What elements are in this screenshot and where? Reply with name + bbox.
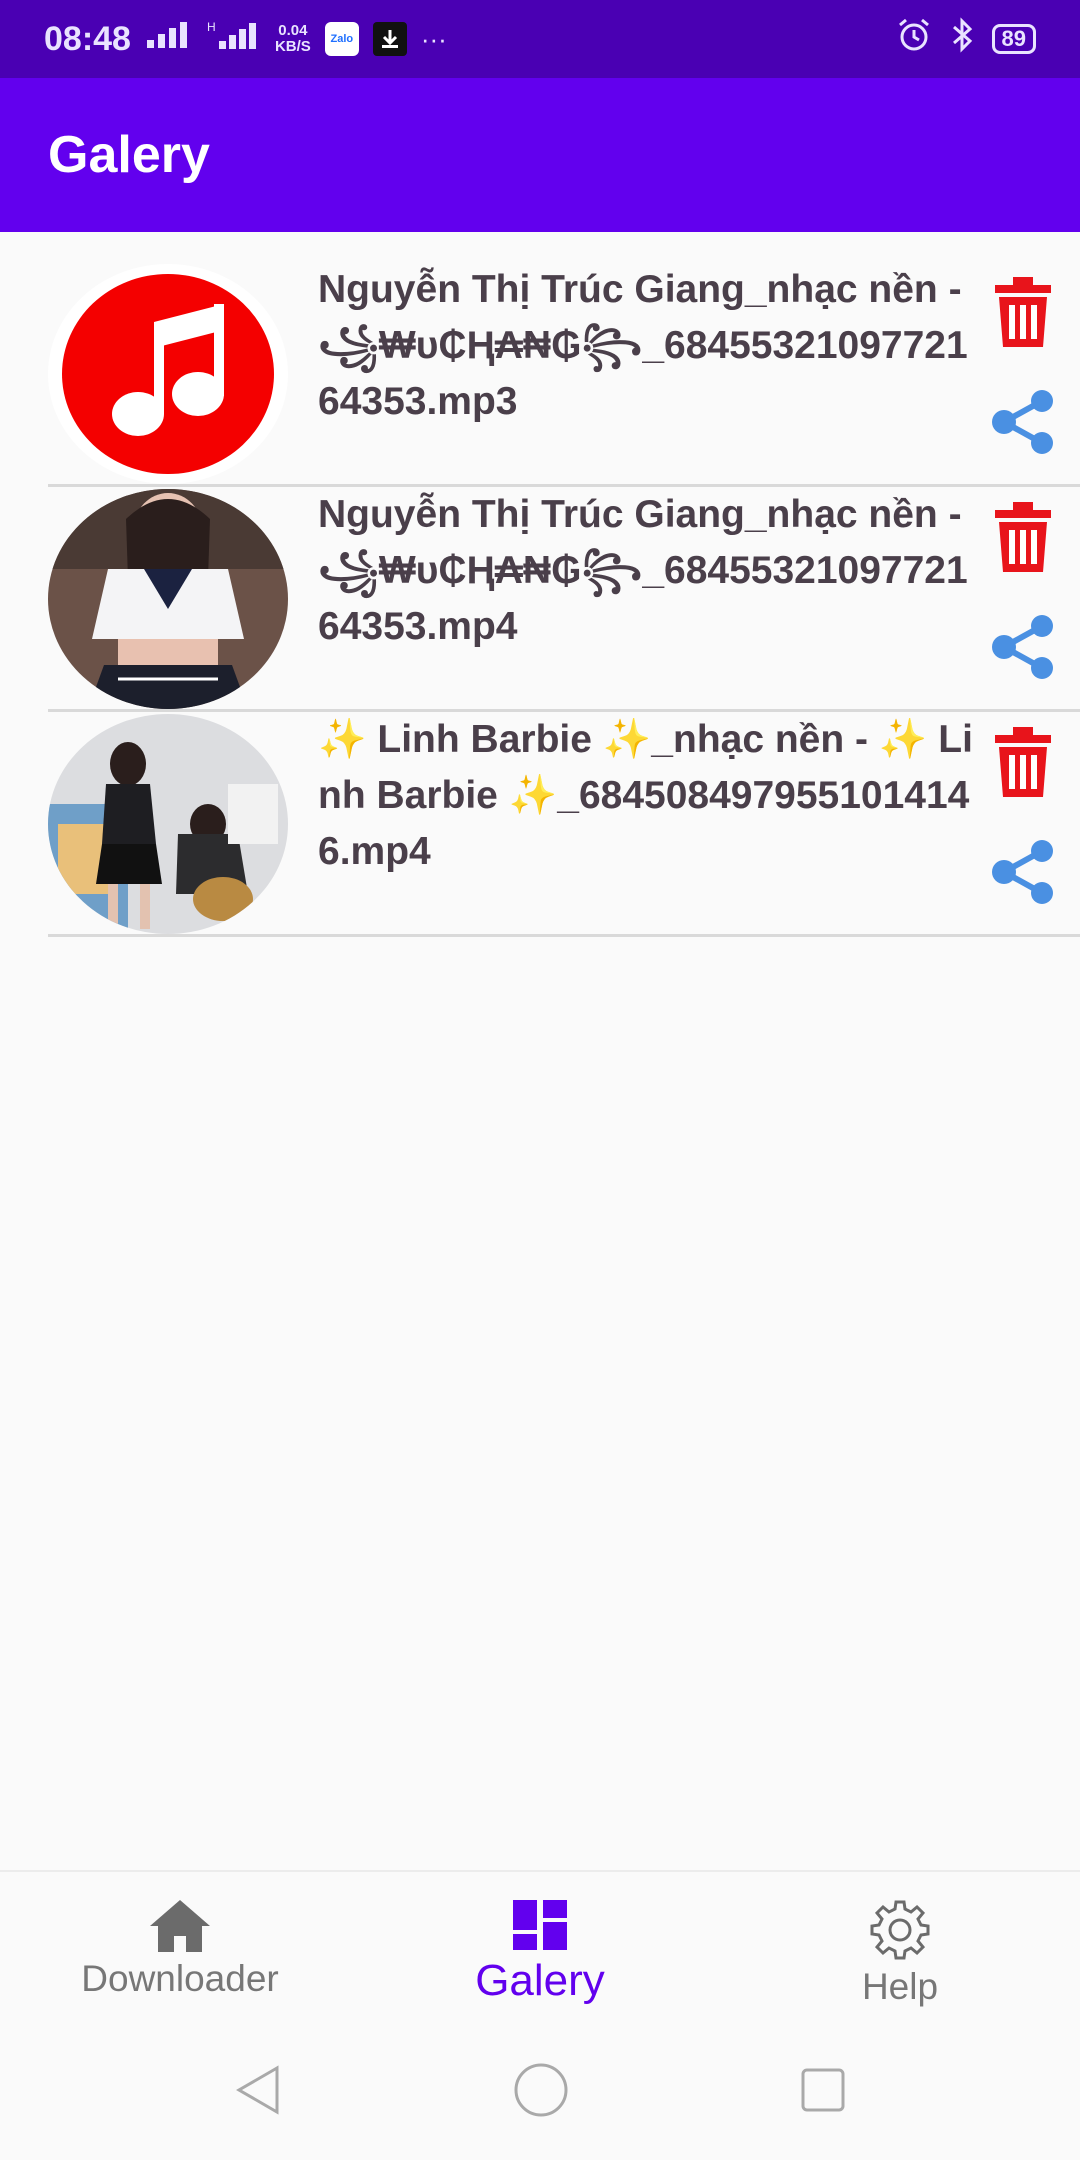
more-notifications: ··· [420, 23, 447, 54]
nav-help[interactable]: Help [720, 1872, 1080, 2020]
page-title: Galery [48, 126, 210, 184]
signal-icon [145, 20, 191, 59]
status-bar: 08:48 H 0.04 KB/S Zalo ··· 89 [0, 0, 1080, 78]
video-thumbnail[interactable] [48, 714, 288, 934]
list-item[interactable]: Nguyễn Thị Trúc Giang_nhạc nền - ꧁₩ᴜ₵Ⱨ₳₦… [48, 487, 1080, 712]
list-item[interactable]: ✨ Linh Barbie ✨_nhạc nền - ✨ Linh Barbie… [48, 712, 1080, 937]
video-thumbnail[interactable] [48, 489, 288, 709]
gear-icon [870, 1900, 930, 1960]
status-time: 08:48 [44, 19, 131, 58]
recents-icon[interactable] [799, 2066, 847, 2114]
file-title: Nguyễn Thị Trúc Giang_nhạc nền - ꧁₩ᴜ₵Ⱨ₳₦… [318, 493, 968, 648]
list-item[interactable]: Nguyễn Thị Trúc Giang_nhạc nền - ꧁₩ᴜ₵Ⱨ₳₦… [48, 262, 1080, 487]
bluetooth-icon [950, 16, 974, 62]
alarm-icon [896, 17, 932, 62]
music-note-icon[interactable] [48, 264, 288, 484]
nav-downloader[interactable]: Downloader [0, 1872, 360, 2020]
system-navigation-bar [0, 2020, 1080, 2160]
share-icon [992, 390, 1053, 454]
delete-button[interactable] [986, 722, 1060, 802]
delete-button[interactable] [986, 497, 1060, 577]
dashboard-icon [513, 1900, 567, 1950]
file-title: Nguyễn Thị Trúc Giang_nhạc nền - ꧁₩ᴜ₵Ⱨ₳₦… [318, 268, 968, 423]
share-icon [992, 615, 1053, 679]
share-button[interactable] [986, 832, 1060, 912]
nav-label-downloader: Downloader [81, 1958, 279, 1999]
delete-button[interactable] [986, 272, 1060, 352]
trash-icon [995, 727, 1051, 797]
trash-icon [995, 277, 1051, 347]
home-circle-icon[interactable] [513, 2062, 569, 2118]
share-icon [992, 840, 1053, 904]
nav-galery[interactable]: Galery [360, 1872, 720, 2020]
battery-indicator: 89 [991, 24, 1036, 54]
nav-label-galery: Galery [475, 1956, 605, 2005]
back-icon[interactable] [233, 2064, 283, 2116]
share-button[interactable] [986, 607, 1060, 687]
bottom-navigation: Downloader Galery Help [0, 1870, 1080, 2020]
svg-text:H: H [207, 20, 216, 34]
net-speed: 0.04 KB/S [274, 22, 311, 55]
signal-h-icon: H [205, 19, 261, 60]
app-bar: Galery [0, 78, 1080, 232]
share-button[interactable] [986, 382, 1060, 462]
zalo-icon: Zalo [324, 22, 359, 56]
trash-icon [995, 502, 1051, 572]
download-notification-icon [372, 22, 407, 56]
file-title: ✨ Linh Barbie ✨_nhạc nền - ✨ Linh Barbie… [318, 718, 973, 873]
home-icon [150, 1900, 210, 1952]
gallery-list: Nguyễn Thị Trúc Giang_nhạc nền - ꧁₩ᴜ₵Ⱨ₳₦… [0, 262, 1080, 937]
nav-label-help: Help [861, 1966, 939, 2007]
